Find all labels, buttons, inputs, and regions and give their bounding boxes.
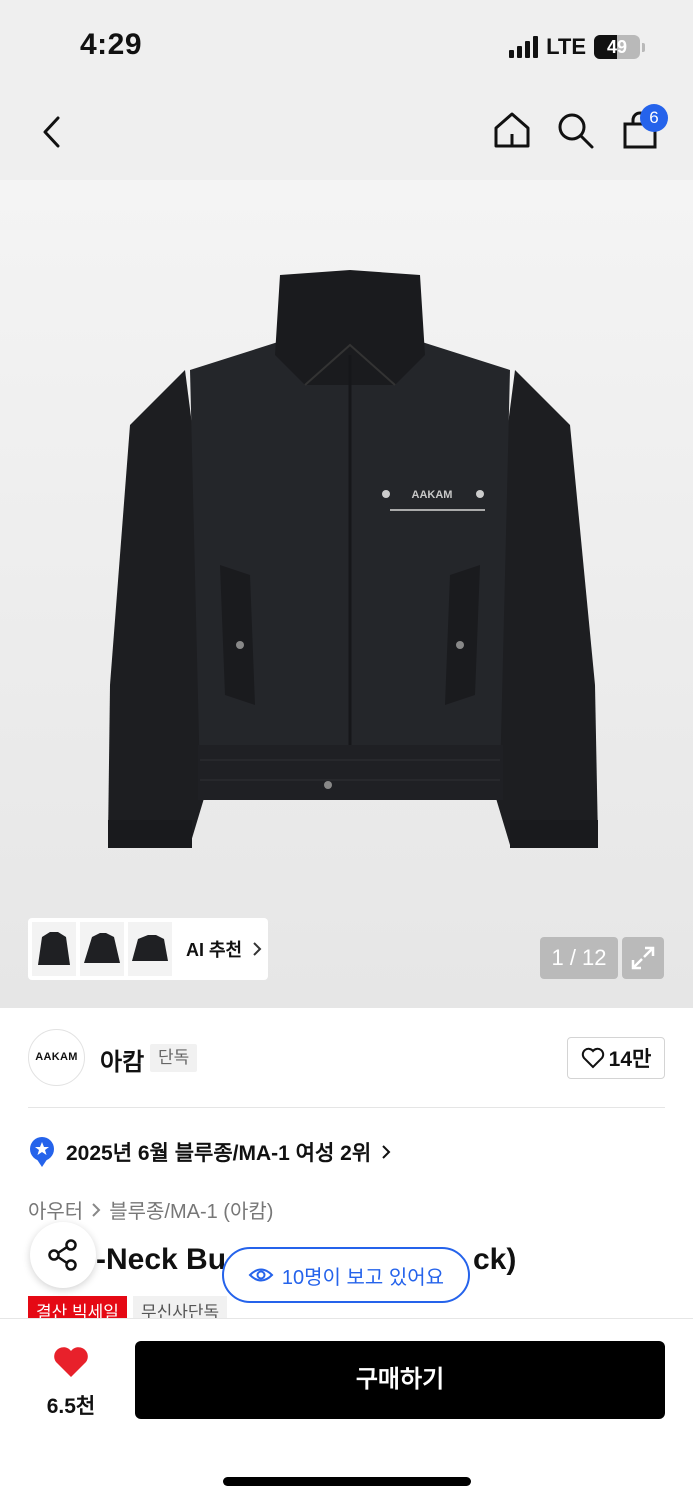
wishlist-count: 6.5천	[46, 1395, 96, 1418]
breadcrumb-category[interactable]: 블루종/MA-1 (아캄)	[109, 1195, 273, 1224]
thumbnail-2[interactable]	[80, 922, 124, 976]
battery-level: 49	[606, 37, 628, 57]
brand-row: AAKAM 아캄 단독 14만	[28, 1008, 665, 1108]
exclusive-badge: 단독	[150, 1044, 198, 1072]
product-title-right: ck)	[473, 1243, 517, 1276]
battery-cap	[642, 42, 645, 52]
jacket-logo: AAKAM	[412, 489, 453, 501]
thumbnail-3[interactable]	[128, 922, 172, 976]
home-indicator	[223, 1477, 471, 1486]
search-icon[interactable]	[553, 108, 597, 152]
brand-like-count: 14만	[608, 1048, 652, 1071]
network-type: LTE	[546, 34, 586, 59]
chevron-left-icon[interactable]	[30, 110, 74, 154]
share-button[interactable]	[30, 1222, 96, 1288]
brand-like-button[interactable]: 14만	[567, 1037, 665, 1079]
chevron-right-icon	[253, 942, 262, 956]
status-time: 4:29	[80, 28, 143, 61]
cart-count-badge: 6	[640, 104, 668, 132]
top-nav: 6	[0, 90, 693, 180]
buy-button[interactable]: 구매하기	[135, 1341, 665, 1419]
breadcrumb-outer[interactable]: 아우터	[28, 1195, 83, 1224]
wishlist-button[interactable]: 6.5천	[30, 1345, 112, 1420]
brand-logo[interactable]: AAKAM	[28, 1029, 85, 1086]
breadcrumb: 아우터 블루종/MA-1 (아캄)	[28, 1195, 273, 1224]
ai-recommend-label: AI 추천	[186, 940, 243, 960]
chevron-right-icon	[92, 1202, 101, 1217]
signal-icon	[509, 36, 539, 58]
bottom-action-bar: 6.5천 구매하기	[0, 1318, 693, 1500]
image-counter: 1 / 12	[540, 937, 618, 979]
eye-icon	[248, 1268, 274, 1282]
shopping-bag-icon[interactable]: 6	[618, 104, 668, 152]
share-icon	[48, 1239, 77, 1271]
viewers-pill: 10명이 보고 있어요	[222, 1247, 470, 1303]
product-image: AAKAM	[108, 270, 598, 848]
chevron-right-icon	[382, 1145, 391, 1159]
ranking-badge-icon	[30, 1137, 54, 1167]
status-indicators: LTE 49	[509, 34, 645, 60]
product-gallery[interactable]: AAKAM AI 추천 1 / 12	[0, 180, 693, 1008]
thumbnail-1[interactable]	[32, 922, 76, 976]
ai-recommend-button[interactable]: AI 추천	[186, 936, 262, 962]
viewers-text: 10명이 보고 있어요	[281, 1266, 445, 1289]
heart-outline-icon	[581, 1047, 604, 1069]
home-icon[interactable]	[490, 108, 534, 152]
brand-name[interactable]: 아캄	[100, 1042, 144, 1077]
ranking-link[interactable]: 2025년 6월 블루종/MA-1 여성 2위	[28, 1136, 391, 1168]
status-bar: 4:29 LTE 49	[0, 0, 693, 90]
ai-recommend-strip[interactable]: AI 추천	[28, 918, 268, 980]
expand-icon[interactable]	[622, 937, 664, 979]
heart-filled-icon	[54, 1347, 88, 1377]
product-title-left: -Neck Bu	[96, 1243, 227, 1276]
battery-icon: 49	[594, 35, 640, 59]
ranking-text: 2025년 6월 블루종/MA-1 여성 2위	[66, 1142, 372, 1165]
